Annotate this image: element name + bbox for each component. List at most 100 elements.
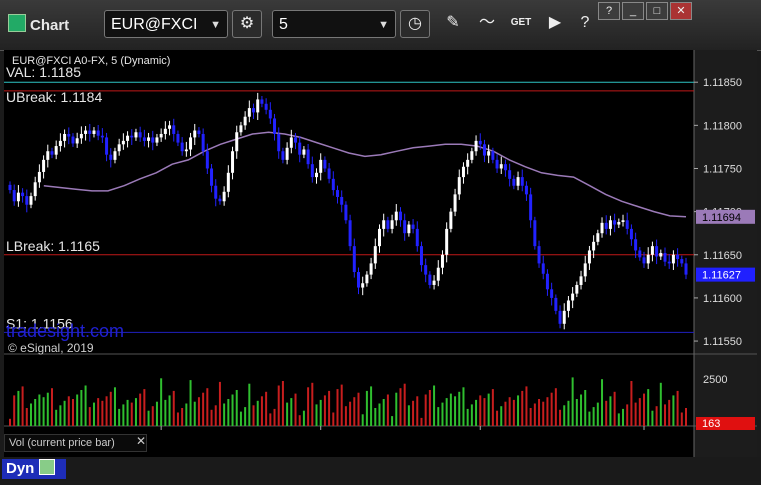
candle-body — [524, 185, 528, 195]
volume-bar — [235, 390, 238, 426]
candle-body — [239, 125, 243, 133]
candle-body — [214, 185, 218, 199]
volume-bar — [340, 384, 343, 426]
volume-bar — [218, 381, 221, 426]
candle-body — [340, 196, 344, 205]
volume-bar — [391, 416, 394, 426]
chevron-down-icon[interactable]: ▼ — [210, 11, 221, 39]
study-icon[interactable]: 〜 — [472, 10, 502, 38]
clock-icon[interactable]: ◷ — [400, 10, 430, 38]
volume-bar — [638, 398, 641, 426]
volume-bar — [664, 404, 667, 426]
candle-body — [432, 280, 436, 285]
volume-bar — [160, 378, 163, 426]
candle-body — [201, 133, 205, 152]
y-tick-label: 1.11650 — [703, 250, 742, 262]
volume-bar — [311, 382, 314, 426]
candle-body — [608, 220, 612, 229]
y-tick-label: 1.11850 — [703, 77, 742, 89]
volume-bar — [584, 390, 587, 426]
volume-bar — [386, 394, 389, 426]
volume-bar — [244, 407, 247, 426]
help-window-button[interactable]: ? — [598, 2, 620, 20]
symbol-field[interactable]: EUR@FXCI ▼ — [104, 10, 228, 38]
volume-bar — [336, 389, 339, 426]
pencil-icon[interactable]: ✎ — [438, 10, 468, 38]
volume-bar — [176, 412, 179, 426]
candle-body — [533, 220, 537, 247]
candle-body — [105, 137, 109, 155]
price-chart[interactable]: 1.118501.118001.117501.117001.116501.116… — [4, 50, 757, 480]
volume-bar — [71, 399, 74, 426]
candle-body — [512, 178, 516, 186]
settings-icon[interactable]: ⚙ — [232, 10, 262, 38]
volume-bar — [214, 405, 217, 426]
candle-body — [327, 168, 331, 179]
y-tick-label: 1.11750 — [703, 163, 742, 175]
volume-bar — [592, 407, 595, 426]
candle-body — [252, 108, 256, 113]
candle-body — [491, 151, 495, 160]
candle-body — [113, 151, 117, 160]
lock-icon[interactable] — [38, 459, 55, 475]
volume-bar — [626, 404, 629, 426]
chevron-down-icon[interactable]: ▼ — [378, 11, 389, 39]
candle-body — [302, 149, 306, 155]
candle-body — [294, 137, 298, 143]
volume-bar — [365, 390, 368, 426]
volume-bar — [197, 397, 200, 426]
candle-body — [554, 297, 558, 311]
candle-body — [436, 267, 440, 281]
study-label[interactable]: Vol (current price bar) — [4, 434, 147, 452]
volume-bar — [517, 395, 520, 426]
candle-body — [243, 116, 247, 126]
volume-bar — [395, 392, 398, 426]
volume-bar — [105, 396, 108, 426]
help-icon[interactable]: ? — [570, 10, 600, 38]
candle-body — [331, 178, 335, 191]
candle-body — [210, 168, 214, 186]
volume-bar — [223, 403, 226, 426]
volume-bar — [323, 395, 326, 426]
candle-body — [159, 133, 163, 138]
volume-bar — [231, 394, 234, 426]
candle-body — [428, 274, 432, 285]
candle-body — [562, 310, 566, 324]
get-icon[interactable]: GET — [506, 10, 536, 38]
minimize-button[interactable]: _ — [622, 2, 644, 20]
candle-body — [134, 132, 138, 138]
volume-bar — [500, 406, 503, 426]
maximize-button[interactable]: □ — [646, 2, 668, 20]
candle-body — [394, 211, 398, 221]
candle-body — [617, 221, 621, 225]
candle-body — [667, 261, 671, 264]
candle-body — [503, 164, 507, 171]
candle-body — [222, 191, 226, 202]
volume-bar — [206, 388, 209, 426]
candle-body — [33, 182, 37, 197]
candle-body — [550, 289, 554, 298]
close-button[interactable]: ✕ — [670, 2, 692, 20]
candle-body — [155, 137, 159, 143]
candle-body — [356, 272, 360, 288]
chart-area[interactable]: 1.118501.118001.117501.117001.116501.116… — [4, 50, 757, 480]
volume-tick-label: 2500 — [703, 374, 727, 386]
candle-body — [545, 273, 549, 290]
volume-bar — [46, 392, 49, 426]
candle-body — [310, 164, 314, 178]
volume-bar — [29, 403, 32, 426]
interval-field[interactable]: 5 ▼ — [272, 10, 396, 38]
candle-body — [499, 164, 503, 169]
dynamic-mode-badge[interactable]: Dyn — [2, 459, 66, 479]
candle-body — [16, 192, 20, 202]
play-icon[interactable]: ▶ — [540, 10, 570, 38]
volume-bar — [181, 408, 184, 426]
candle-body — [655, 246, 659, 257]
candle-body — [583, 263, 587, 277]
candle-body — [218, 198, 222, 202]
close-icon[interactable]: ✕ — [136, 434, 146, 448]
candle-body — [445, 228, 449, 255]
toolbar: Chart EUR@FXCI ▼ ⚙ 5 ▼ ◷ ✎ 〜 GET ▶ ? ? _ □… — [0, 0, 761, 51]
candle-body — [642, 257, 646, 264]
candle-body — [419, 246, 423, 266]
